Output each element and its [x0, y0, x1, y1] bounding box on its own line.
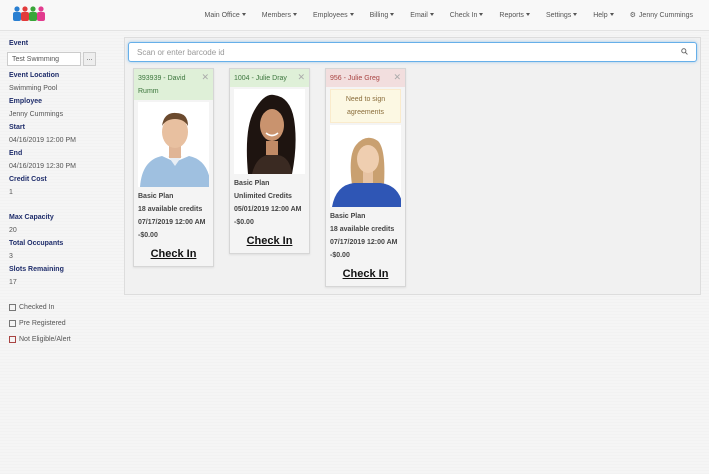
chevron-down-icon [390, 13, 395, 17]
plan-date: 07/17/2019 12:00 AM [138, 219, 206, 226]
member-photo [330, 125, 401, 207]
chevron-down-icon [292, 13, 297, 17]
end-value: 04/16/2019 12:30 PM [9, 163, 76, 170]
close-icon[interactable]: ✕ [201, 73, 209, 82]
barcode-search-input[interactable] [129, 43, 685, 61]
start-label: Start [9, 124, 25, 131]
plan-name: Basic Plan [138, 193, 174, 200]
member-card: 956 - Julie Greg ✕ Need to sign agreemen… [325, 68, 406, 287]
legend-pre-registered: Pre Registered [9, 320, 66, 327]
slots-remaining-value: 17 [9, 279, 17, 286]
employee-label: Employee [9, 98, 43, 105]
max-capacity-value: 20 [9, 227, 17, 234]
legend-checked-in: Checked In [9, 304, 54, 311]
nav-main-office[interactable]: Main Office [204, 12, 246, 19]
nav-members[interactable]: Members [262, 12, 297, 19]
nav-billing[interactable]: Billing [370, 12, 395, 19]
legend-label: Checked In [19, 304, 55, 311]
nav-help[interactable]: Help [593, 12, 614, 19]
close-icon[interactable]: ✕ [297, 73, 305, 82]
balance: -$0.00 [234, 219, 254, 226]
gear-icon: ⚙ [629, 12, 636, 19]
legend-swatch-icon [9, 304, 16, 311]
balance: -$0.00 [330, 252, 350, 259]
event-location-value: Swimming Pool [9, 85, 58, 92]
max-capacity-label: Max Capacity [9, 214, 54, 221]
member-photo [234, 89, 305, 174]
total-occupants-label: Total Occupants [9, 240, 64, 247]
member-name: 393939 - David Rumm [138, 75, 186, 95]
member-name: 1004 - Julie Dray [234, 75, 287, 82]
member-card-header: 393939 - David Rumm ✕ [134, 69, 213, 100]
check-in-panel: 393939 - David Rumm ✕ Basic Plan 18 avai… [124, 37, 701, 295]
balance: -$0.00 [138, 232, 158, 239]
member-card-details: Basic Plan Unlimited Credits 05/01/2019 … [230, 174, 309, 229]
nav-settings[interactable]: Settings [546, 12, 578, 19]
credit-cost-value: 1 [9, 189, 13, 196]
chevron-down-icon [525, 13, 530, 17]
search-icon[interactable] [681, 48, 688, 55]
event-location-label: Event Location [9, 72, 60, 79]
member-name: 956 - Julie Greg [330, 75, 380, 82]
chevron-down-icon [479, 13, 484, 17]
agreement-alert: Need to sign agreements [330, 89, 401, 123]
legend-label: Pre Registered [19, 320, 66, 327]
chevron-down-icon [573, 13, 578, 17]
legend-swatch-icon [9, 320, 16, 327]
nav-check-in[interactable]: Check In [450, 12, 484, 19]
plan-date: 07/17/2019 12:00 AM [330, 239, 398, 246]
check-in-button[interactable]: Check In [326, 268, 405, 280]
end-label: End [9, 150, 23, 157]
credits-available: Unlimited Credits [234, 193, 292, 200]
credits-available: 18 available credits [330, 226, 395, 233]
member-card-header: 1004 - Julie Dray ✕ [230, 69, 309, 87]
member-card: 1004 - Julie Dray ✕ Basic Plan Unlimited… [229, 68, 310, 254]
nav-email[interactable]: Email [410, 12, 434, 19]
legend-swatch-icon [9, 336, 16, 343]
member-card: 393939 - David Rumm ✕ Basic Plan 18 avai… [133, 68, 214, 267]
barcode-search [128, 42, 697, 62]
member-card-header: 956 - Julie Greg ✕ [326, 69, 405, 87]
chevron-down-icon [241, 13, 246, 17]
plan-name: Basic Plan [234, 180, 270, 187]
credit-cost-label: Credit Cost [9, 176, 47, 183]
close-icon[interactable]: ✕ [393, 73, 401, 82]
app-logo[interactable] [12, 5, 48, 24]
plan-date: 05/01/2019 12:00 AM [234, 206, 302, 213]
check-in-button[interactable]: Check In [230, 235, 309, 247]
total-occupants-value: 3 [9, 253, 13, 260]
legend-not-eligible: Not Eligible/Alert [9, 336, 71, 343]
legend-label: Not Eligible/Alert [19, 336, 71, 343]
slots-remaining-label: Slots Remaining [9, 266, 64, 273]
chevron-down-icon [609, 13, 614, 17]
nav-reports[interactable]: Reports [499, 12, 530, 19]
employee-value: Jenny Cummings [9, 111, 64, 118]
member-photo [138, 102, 209, 187]
check-in-button[interactable]: Check In [134, 248, 213, 260]
credits-available: 18 available credits [138, 206, 203, 213]
chevron-down-icon [429, 13, 434, 17]
member-card-details: Basic Plan 18 available credits 07/17/20… [326, 207, 405, 262]
chevron-down-icon [349, 13, 354, 17]
event-browse-button[interactable]: ... [83, 52, 96, 66]
member-card-details: Basic Plan 18 available credits 07/17/20… [134, 187, 213, 242]
nav-user-menu[interactable]: ⚙ Jenny Cummings [630, 11, 693, 19]
event-select-field[interactable] [7, 52, 81, 66]
plan-name: Basic Plan [330, 213, 366, 220]
nav-employees[interactable]: Employees [313, 12, 354, 19]
start-value: 04/16/2019 12:00 PM [9, 137, 76, 144]
event-label: Event [9, 40, 29, 47]
top-navbar: Main Office Members Employees Billing Em… [0, 0, 709, 31]
